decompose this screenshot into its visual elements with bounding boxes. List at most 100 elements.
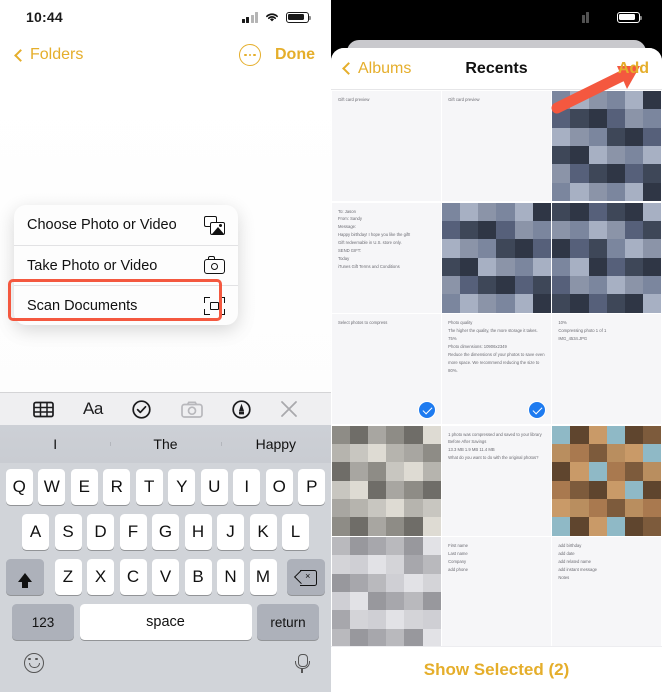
space-key[interactable]: space [79,604,252,640]
key-t[interactable]: T [135,469,163,505]
prediction-item[interactable]: Happy [220,436,331,452]
shift-arrow-icon [18,572,32,588]
keyboard-rows: QWERTYUIOP ASDFGHJKL ZXCVBNM × 123 space… [0,463,331,640]
prediction-item[interactable]: The [110,436,220,452]
gift-card-preview-thumb[interactable]: Gift card preview [332,91,441,201]
key-y[interactable]: Y [168,469,196,505]
annotation-highlight-box [8,279,222,321]
room-photo-thumb[interactable] [332,425,441,536]
menu-item-choose-photo-or-video[interactable]: Choose Photo or Video [14,205,238,245]
predictive-text-bar: I The Happy [0,425,331,463]
key-m[interactable]: M [249,559,277,595]
photo-picker-nav-bar: Albums Recents Add [331,48,662,90]
contact-name-fields-screenshot[interactable]: First name Last name Company add phone [442,537,551,646]
key-q[interactable]: Q [5,469,33,505]
contact-add-fields-screenshot[interactable]: add birthday add date add related name a… [552,537,661,646]
status-bar-left: 10:44 [0,0,331,34]
ellipsis-circle-icon[interactable] [239,44,261,66]
photo-thumbnail [442,202,551,313]
status-time: 10:44 [26,9,63,25]
photo-picker-sheet: Albums Recents Add Gift card preview Gift… [331,48,662,692]
key-h[interactable]: H [184,514,212,550]
key-g[interactable]: G [152,514,179,550]
add-button[interactable]: Add [618,60,649,78]
menu-item-label: Take Photo or Video [27,257,158,274]
photo-thumbnail [552,425,661,536]
notes-nav-bar: Folders Done [0,34,331,76]
key-z[interactable]: Z [54,559,82,595]
photo-grid[interactable]: Gift card preview Gift card preview To: Ja… [331,91,662,646]
photo-thumbnail [552,202,661,313]
key-r[interactable]: R [103,469,131,505]
photo-thumbnail [332,537,441,646]
key-a[interactable]: A [22,514,49,550]
gift-form-screenshot[interactable]: To: Jason From: Sandy Message: Happy bir… [332,202,441,313]
key-e[interactable]: E [70,469,98,505]
selected-check-icon[interactable] [417,401,436,419]
key-j[interactable]: J [217,514,244,550]
keyboard-row-1: QWERTYUIOP [2,469,329,505]
chevron-left-icon [14,48,27,62]
notes-format-toolbar: Aa [0,392,331,425]
show-selected-button[interactable]: Show Selected (2) [331,646,662,692]
selected-check-icon[interactable] [527,401,546,419]
key-i[interactable]: I [233,469,261,505]
key-k[interactable]: K [249,514,277,550]
text-format-button[interactable]: Aa [83,399,103,419]
key-n[interactable]: N [217,559,244,595]
key-f[interactable]: F [119,514,147,550]
key-s[interactable]: S [54,514,82,550]
key-v[interactable]: V [152,559,179,595]
prediction-item[interactable]: I [0,436,110,452]
menu-item-label: Choose Photo or Video [27,217,177,233]
key-c[interactable]: C [119,559,147,595]
key-u[interactable]: U [200,469,228,505]
back-to-albums-button[interactable]: Albums [342,59,412,78]
done-button[interactable]: Done [275,46,315,64]
portrait-photo-thumb[interactable] [552,91,661,201]
screenshot-text: To: Jason From: Sandy Message: Happy bir… [338,208,411,270]
numbers-key[interactable]: 123 [12,604,74,640]
photo-quality-settings-screenshot[interactable]: Photo quality The higher the quality, th… [442,314,551,424]
portrait-photo-thumb-2[interactable] [442,202,551,313]
keyboard-row-3: ZXCVBNM × [2,559,329,595]
screenshot-text: First name Last name Company add phone [448,543,468,572]
key-b[interactable]: B [184,559,212,595]
key-w[interactable]: W [38,469,66,505]
nav-right-group: Done [239,44,315,66]
key-o[interactable]: O [265,469,293,505]
onscreen-keyboard: Aa I The Happy QWERTYU I O P A S D F G H… [0,392,331,692]
camera-icon [180,400,203,418]
compressing-progress-screenshot[interactable]: 10% Compressing photo 1 of 1 IMG_4534.JP… [552,314,661,424]
keyboard-row-2: ASDFGHJKL [2,514,329,550]
compression-result-screenshot[interactable]: 1 photo was compressed and saved to your… [442,425,551,536]
key-d[interactable]: D [87,514,114,550]
back-to-folders-button[interactable]: Folders [14,46,83,64]
back-label: Albums [358,59,412,77]
checklist-circle-icon[interactable] [132,399,151,419]
screenshot-text: 10% Compressing photo 1 of 1 IMG_4534.JP… [558,320,607,341]
chevron-left-icon [342,62,355,75]
news-notifications-screenshot[interactable] [332,537,441,646]
photo-thumbnail [552,91,661,201]
select-photos-to-compress-screenshot[interactable]: Select photos to compress [332,314,441,424]
gift-card-preview-thumb-2[interactable]: Gift card preview [442,91,551,201]
emoji-smiley-icon[interactable] [24,653,44,673]
keyboard-row-4: 123 space return [2,604,329,640]
table-icon[interactable] [32,401,54,418]
battery-icon [286,11,312,23]
microphone-icon[interactable] [295,653,310,673]
shift-key[interactable] [6,559,44,595]
kitchen-photo-thumb[interactable] [552,425,661,536]
return-key[interactable]: return [257,604,319,640]
backspace-key[interactable]: × [287,559,325,595]
screenshot-comparison: 10:44 Folders Done New [0,0,662,692]
portrait-photo-thumb-3[interactable] [552,202,661,313]
key-l[interactable]: L [282,514,309,550]
close-x-icon[interactable] [280,400,298,418]
camera-icon [204,256,225,275]
backspace-icon: × [296,570,317,586]
key-x[interactable]: X [87,559,114,595]
markup-pen-icon[interactable] [232,399,251,419]
key-p[interactable]: P [298,469,326,505]
